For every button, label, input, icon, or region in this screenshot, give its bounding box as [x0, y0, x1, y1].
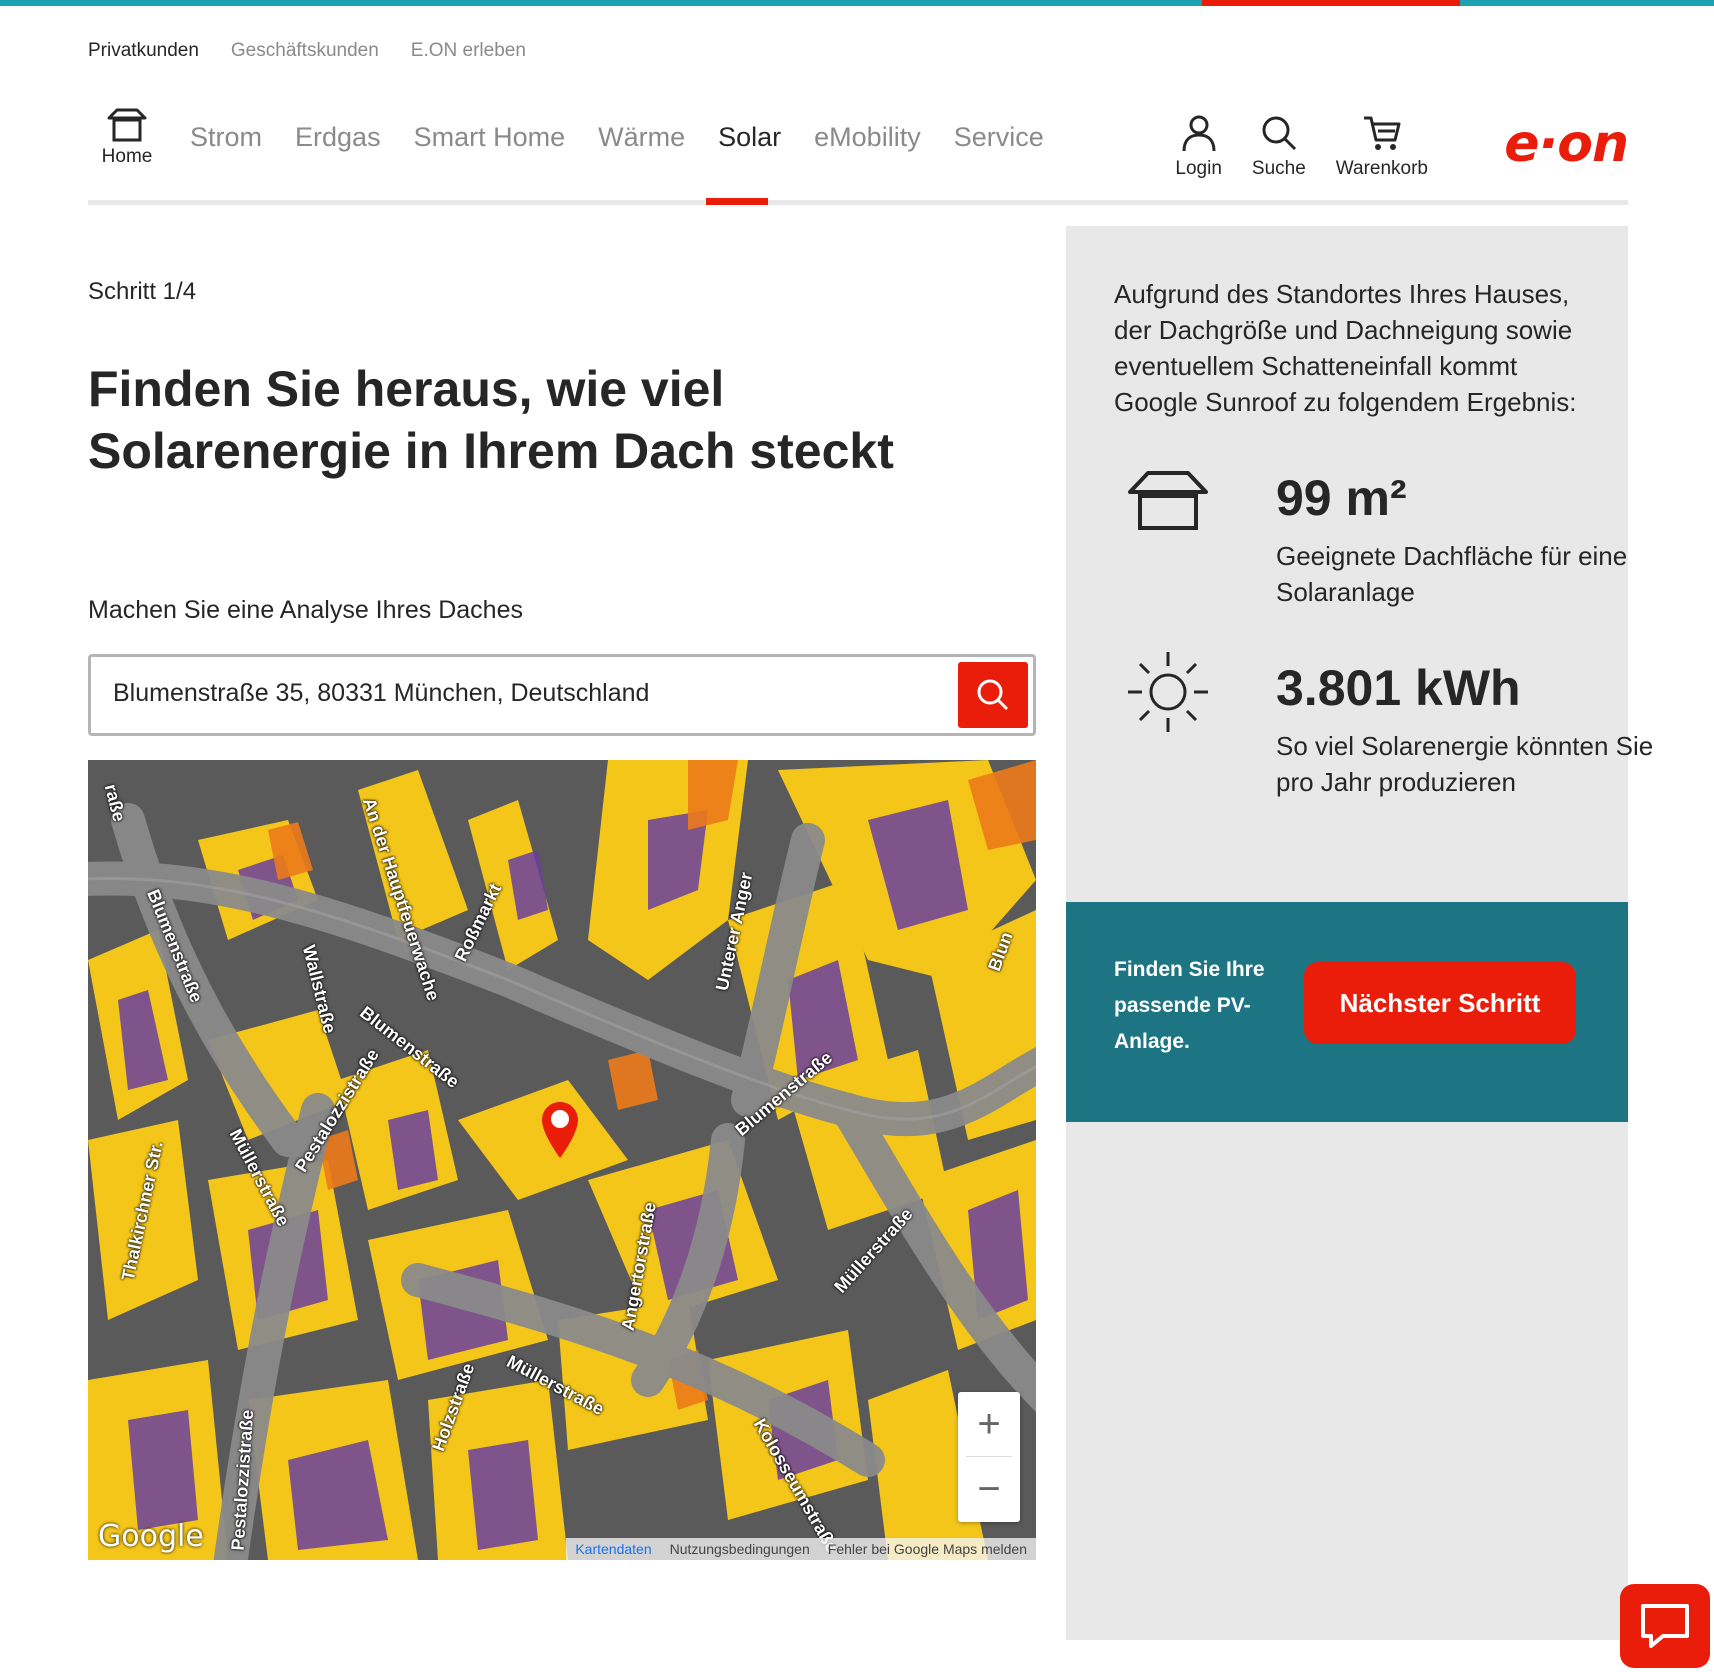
sun-icon — [1128, 652, 1208, 732]
result-intro: Aufgrund des Standortes Ihres Hauses, de… — [1114, 279, 1577, 417]
solar-map-image — [88, 760, 1036, 1560]
house-icon — [107, 108, 147, 142]
analyse-label: Machen Sie eine Analyse Ihres Daches — [88, 596, 523, 624]
nav-item-service[interactable]: Service — [954, 122, 1044, 153]
google-logo: Google — [98, 1519, 204, 1554]
login-button[interactable]: Login — [1175, 114, 1222, 180]
page-title: Finden Sie heraus, wie viel Solarenergie… — [88, 361, 894, 479]
meta-nav: Privatkunden Geschäftskunden E.ON erlebe… — [88, 40, 526, 62]
cart-label: Warenkorb — [1335, 158, 1428, 179]
address-search-button[interactable] — [958, 662, 1028, 728]
map-footer: Kartendaten Nutzungsbedingungen Fehler b… — [566, 1538, 1036, 1560]
zoom-in-button[interactable]: + — [958, 1392, 1020, 1457]
nav-item-waerme[interactable]: Wärme — [598, 122, 685, 153]
user-icon — [1182, 115, 1216, 152]
nav-item-emobility[interactable]: eMobility — [814, 122, 921, 153]
nav-home[interactable]: Home — [96, 108, 158, 168]
nav-item-strom[interactable]: Strom — [190, 122, 262, 153]
map-pin-icon — [542, 1102, 578, 1158]
roof-area-value: 99 m² — [1276, 470, 1407, 526]
search-label: Suche — [1251, 158, 1306, 179]
eon-logo[interactable]: e·on — [1504, 114, 1629, 174]
nav-item-erdgas[interactable]: Erdgas — [295, 122, 381, 153]
step-indicator: Schritt 1/4 — [88, 278, 197, 305]
address-search — [88, 654, 1036, 736]
search-icon — [1262, 116, 1296, 151]
zoom-out-button[interactable]: − — [958, 1457, 1020, 1522]
map-terms-link[interactable]: Nutzungsbedingungen — [661, 1538, 819, 1560]
top-color-bar — [0, 0, 1714, 6]
meta-nav-privatkunden[interactable]: Privatkunden — [88, 40, 199, 62]
login-label: Login — [1175, 158, 1222, 179]
chat-button[interactable] — [1620, 1584, 1710, 1668]
map-data-link[interactable]: Kartendaten — [566, 1538, 660, 1560]
nav-active-indicator — [706, 198, 768, 205]
nav-divider — [88, 200, 1628, 205]
search-nav-button[interactable]: Suche — [1252, 114, 1306, 180]
cart-icon — [1363, 116, 1401, 150]
roof-icon — [1128, 471, 1208, 530]
nav-items: Strom Erdgas Smart Home Wärme Solar eMob… — [190, 122, 1044, 153]
cta-box: Finden Sie Ihre passende PV-Anlage. Näch… — [1066, 902, 1628, 1122]
meta-nav-eon-erleben[interactable]: E.ON erleben — [411, 40, 526, 62]
meta-nav-geschaeftskunden[interactable]: Geschäftskunden — [231, 40, 379, 62]
cart-button[interactable]: Warenkorb — [1336, 114, 1428, 180]
energy-value: 3.801 kWh — [1276, 660, 1521, 716]
nav-home-label: Home — [101, 146, 153, 167]
map-zoom-control: + − — [958, 1392, 1020, 1522]
map-report-link[interactable]: Fehler bei Google Maps melden — [819, 1538, 1036, 1560]
energy-description: So viel Solarenergie könnten Sie pro Jah… — [1276, 731, 1654, 797]
address-input[interactable] — [113, 679, 933, 708]
cta-text: Finden Sie Ihre passende PV-Anlage. — [1114, 958, 1265, 1053]
roof-area-description: Geeignete Dachfläche für eine Solaranlag… — [1276, 541, 1628, 607]
search-icon — [977, 679, 1009, 711]
main-nav: Home Strom Erdgas Smart Home Wärme Solar… — [88, 108, 1629, 205]
nav-item-solar[interactable]: Solar — [718, 122, 781, 153]
next-step-button[interactable]: Nächster Schritt — [1304, 962, 1576, 1044]
nav-item-smart-home[interactable]: Smart Home — [414, 122, 566, 153]
solar-map[interactable]: Blumenstraße Blumenstraße Blumenstraße W… — [88, 760, 1036, 1560]
chat-icon — [1641, 1604, 1689, 1648]
nav-tools: Login Suche Warenkorb — [1175, 114, 1428, 180]
